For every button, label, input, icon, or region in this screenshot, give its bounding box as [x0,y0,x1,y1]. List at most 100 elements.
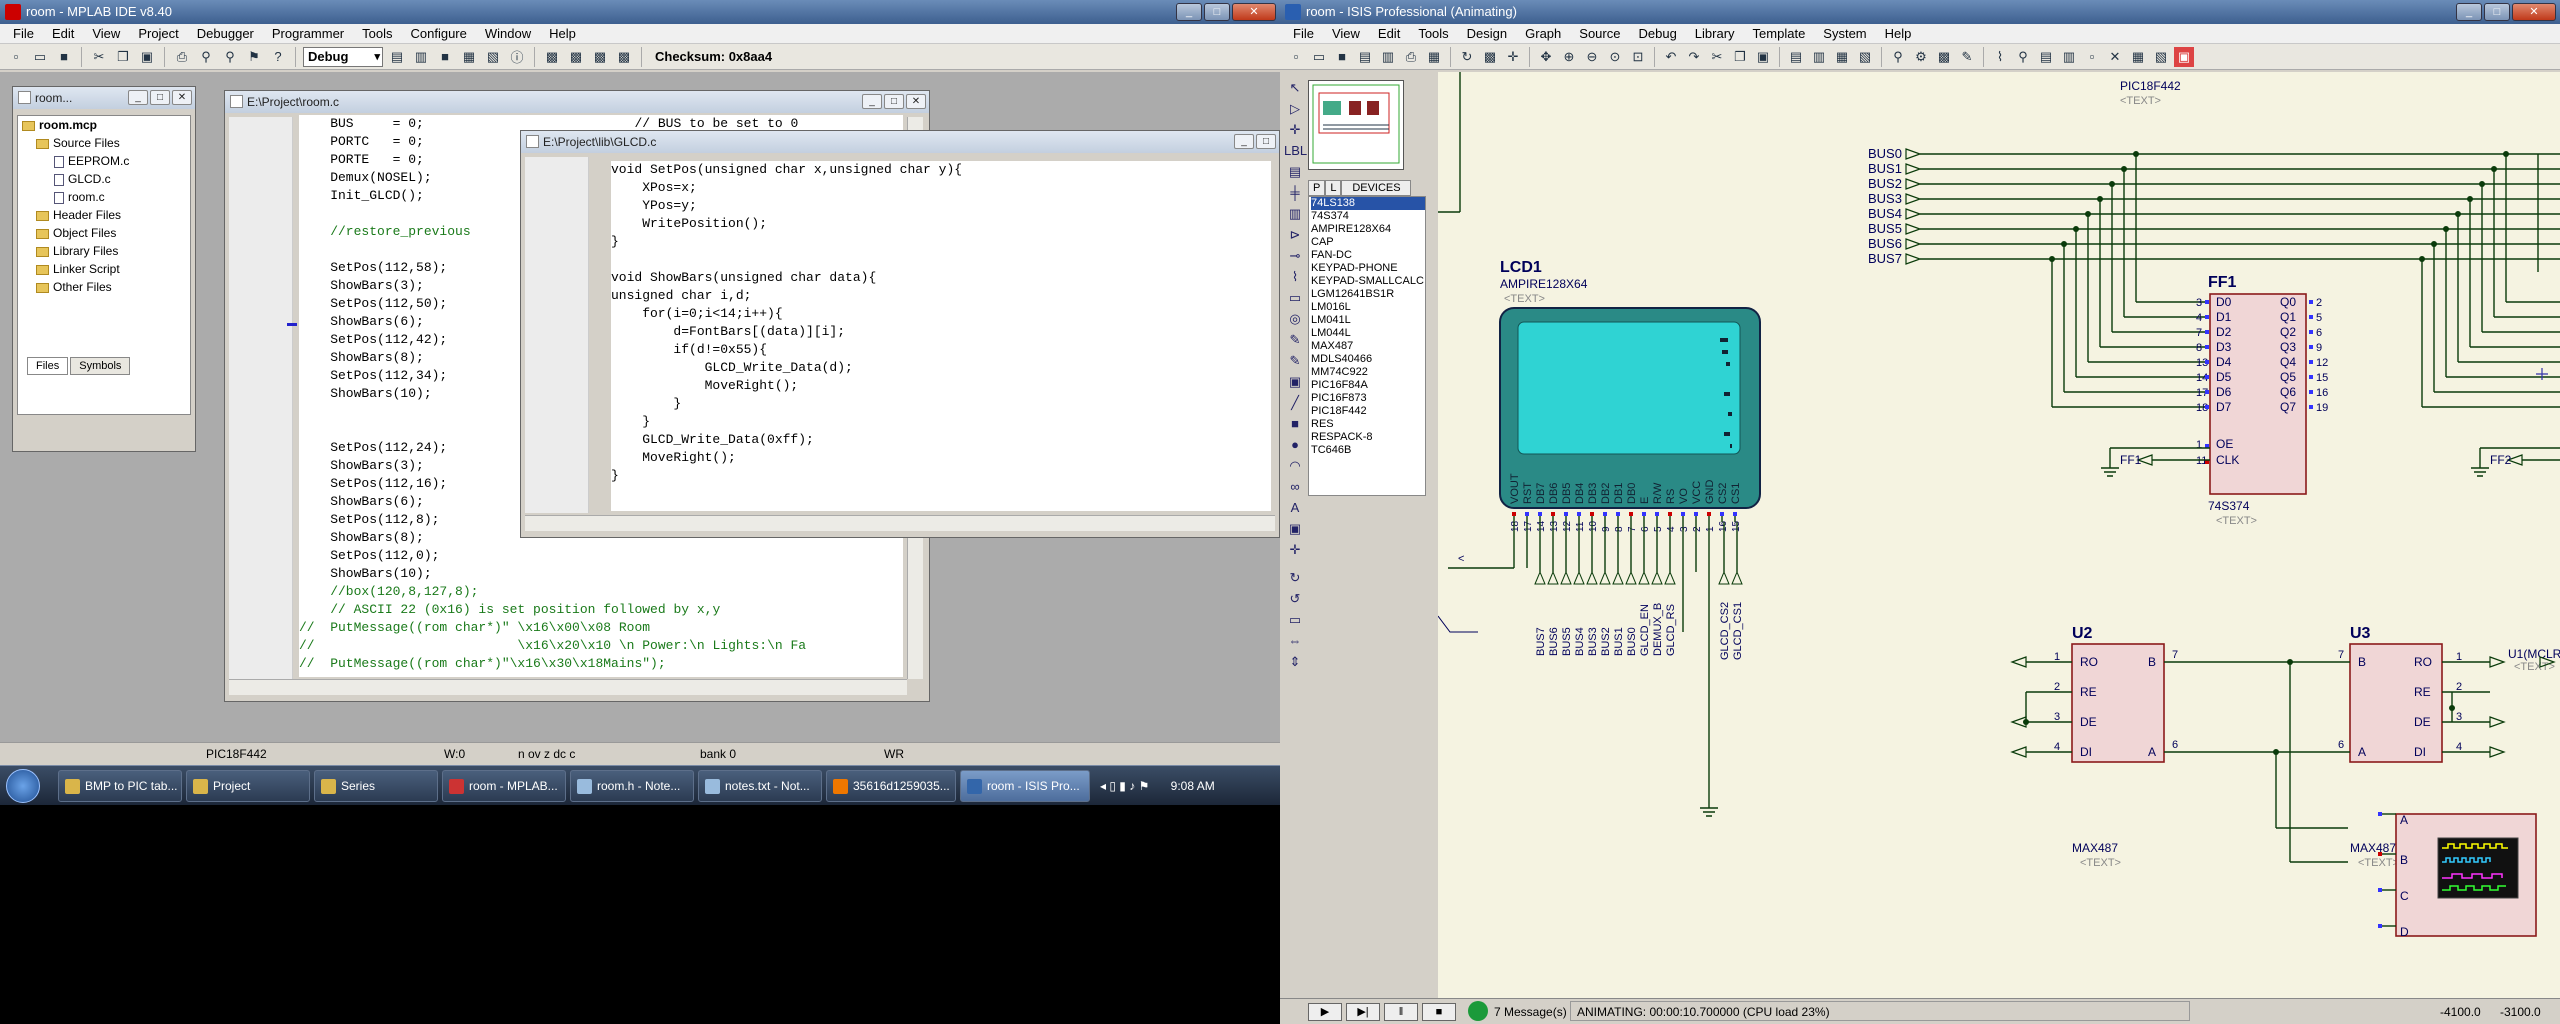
terminal[interactable] [2489,716,2506,728]
pin-state[interactable] [1694,512,1698,516]
component-part[interactable]: AMPIRE128X64 [1500,277,1588,291]
text-tag[interactable]: <TEXT> [1504,293,1545,305]
lcd-pin-label[interactable]: R/W [1652,482,1664,504]
terminal[interactable] [1586,570,1598,585]
device-list-item[interactable]: MDLS40466 [1311,353,1425,366]
glcd-c-titlebar[interactable]: E:\Project\lib\GLCD.c _ □ [521,131,1279,153]
pin-number[interactable]: 4 [2456,741,2462,753]
lcd-pin-number[interactable]: 17 [1523,520,1534,532]
pin-label[interactable]: DI [2080,745,2092,759]
paste-icon[interactable]: ▣ [137,47,157,67]
pin-label[interactable]: RO [2414,655,2432,669]
menu-tools[interactable]: Tools [1409,26,1457,41]
pin-state[interactable] [2309,345,2313,349]
component-ref[interactable]: U3 [2350,625,2371,642]
pin-number[interactable]: 6 [2172,739,2178,751]
code-line[interactable]: GLCD_Write_Data(d); [611,359,1271,377]
pin-label[interactable]: D6 [2216,385,2232,399]
taskbar-item[interactable]: room - MPLAB... [442,770,566,802]
pin-number[interactable]: 2 [2456,681,2462,693]
menu-debug[interactable]: Debug [1629,26,1685,41]
zoom-out-icon[interactable]: ⊖ [1582,47,1602,67]
tree-item-source-files[interactable]: Source Files [18,134,190,152]
net-label[interactable]: BUS2 [1600,627,1612,656]
stop-button[interactable]: ■ [1422,1003,1456,1021]
pin-number[interactable]: 1 [2196,439,2202,451]
text-tag[interactable]: <TEXT> [2514,661,2555,673]
play-button[interactable]: ▶ [1308,1003,1342,1021]
tray-icons[interactable]: ◂ ▯ ▮ ♪ ⚑ [1100,779,1149,793]
minimize-button[interactable]: _ [128,90,148,105]
terminal[interactable] [1718,570,1730,585]
net-label[interactable]: BUS3 [1587,627,1599,656]
code-line[interactable]: for(i=0;i<14;i++){ [611,305,1271,323]
zoom-all-icon[interactable]: ⊙ [1605,47,1625,67]
pin-label[interactable]: Q6 [2280,385,2296,399]
lcd-pin-number[interactable]: 11 [1575,521,1586,532]
taskbar-item[interactable]: 35616d1259035... [826,770,956,802]
pin-label[interactable]: B [2148,655,2156,669]
code-line[interactable]: // ASCII 22 (0x16) is set position follo… [299,601,903,619]
pin-label[interactable]: Q3 [2280,340,2296,354]
lcd-pin-label[interactable]: DB2 [1600,483,1612,504]
netlist-icon[interactable]: ▦ [2128,47,2148,67]
terminal[interactable] [1534,570,1546,585]
pin-state[interactable] [2309,390,2313,394]
menu-library[interactable]: Library [1686,26,1744,41]
isis-titlebar[interactable]: room - ISIS Professional (Animating) _ □ ✕ [1280,0,2560,24]
close-button[interactable]: ✕ [906,94,926,109]
device-list-item[interactable]: 74LS138 [1311,197,1425,210]
mirror-y-icon[interactable]: ⇕ [1284,654,1306,672]
lcd-pin-label[interactable]: DB3 [1587,483,1599,504]
menu-file[interactable]: File [4,26,43,41]
component-ref[interactable]: U2 [2072,625,2093,642]
terminal[interactable] [1905,193,1922,205]
restore-button[interactable]: □ [150,90,170,105]
pin-label[interactable]: Q2 [2280,325,2296,339]
pin-state[interactable] [1642,512,1646,516]
menu-debugger[interactable]: Debugger [188,26,263,41]
lcd-pin-label[interactable]: DB1 [1613,483,1625,504]
area-icon[interactable]: ▦ [1424,47,1444,67]
angle-field[interactable]: ▭ [1284,612,1306,630]
terminal[interactable] [2489,656,2506,668]
net-label[interactable]: BUS1 [1613,627,1625,656]
block-move-icon[interactable]: ▥ [1809,47,1829,67]
mplab-titlebar[interactable]: room - MPLAB IDE v8.40 _ □ ✕ [0,0,1280,24]
pin-label[interactable]: B [2358,655,2366,669]
lcd-pin-number[interactable]: 13 [1549,520,1560,532]
lcd-pin-number[interactable]: 14 [1536,520,1547,532]
lcd-pin-number[interactable]: 10 [1588,520,1599,532]
terminal[interactable] [1638,570,1650,585]
bus-label[interactable]: BUS3 [1868,191,1902,206]
pin-state[interactable] [1707,512,1711,516]
terminal[interactable] [1664,570,1676,585]
step-button[interactable]: ▶| [1346,1003,1380,1021]
save-icon[interactable]: ■ [1332,47,1352,67]
lcd-pin-number[interactable]: 9 [1601,526,1612,532]
code-line[interactable]: } [611,233,1271,251]
net-label[interactable]: DEMUX_B [1652,603,1664,656]
taskbar-item[interactable]: room.h - Note... [570,770,694,802]
tree-item-file[interactable]: GLCD.c [18,170,190,188]
pin-label[interactable]: D4 [2216,355,2232,369]
pin-state[interactable] [2378,888,2382,892]
junction-icon[interactable]: ✛ [1284,122,1306,140]
new-icon[interactable]: ▫ [1286,47,1306,67]
pin-state[interactable] [2378,924,2382,928]
pause-button[interactable]: ‖ [1384,1003,1418,1021]
schematic-editor[interactable]: PIC18F442 <TEXT> BUS0 BUS1 BUS2 BUS3 BUS4 BUS5 B… [1437,72,2560,998]
component-part[interactable]: MAX487 [2072,841,2118,855]
lcd-pin-number[interactable]: 8 [1614,526,1625,532]
pin-label[interactable]: DI [2414,745,2426,759]
lcd-pin-number[interactable]: 12 [1562,520,1573,532]
pin-state[interactable] [2205,405,2209,409]
pick-from-library-button[interactable]: P [1308,180,1326,196]
terminal[interactable] [1651,570,1663,585]
rotate-ccw-icon[interactable]: ↺ [1284,591,1306,609]
pin-number[interactable]: 2 [2316,297,2322,309]
wire-label-icon[interactable]: LBL [1284,143,1307,161]
pan-icon[interactable]: ✥ [1536,47,1556,67]
device-list-item[interactable]: LM044L [1311,327,1425,340]
read-icon[interactable]: ▩ [566,47,586,67]
